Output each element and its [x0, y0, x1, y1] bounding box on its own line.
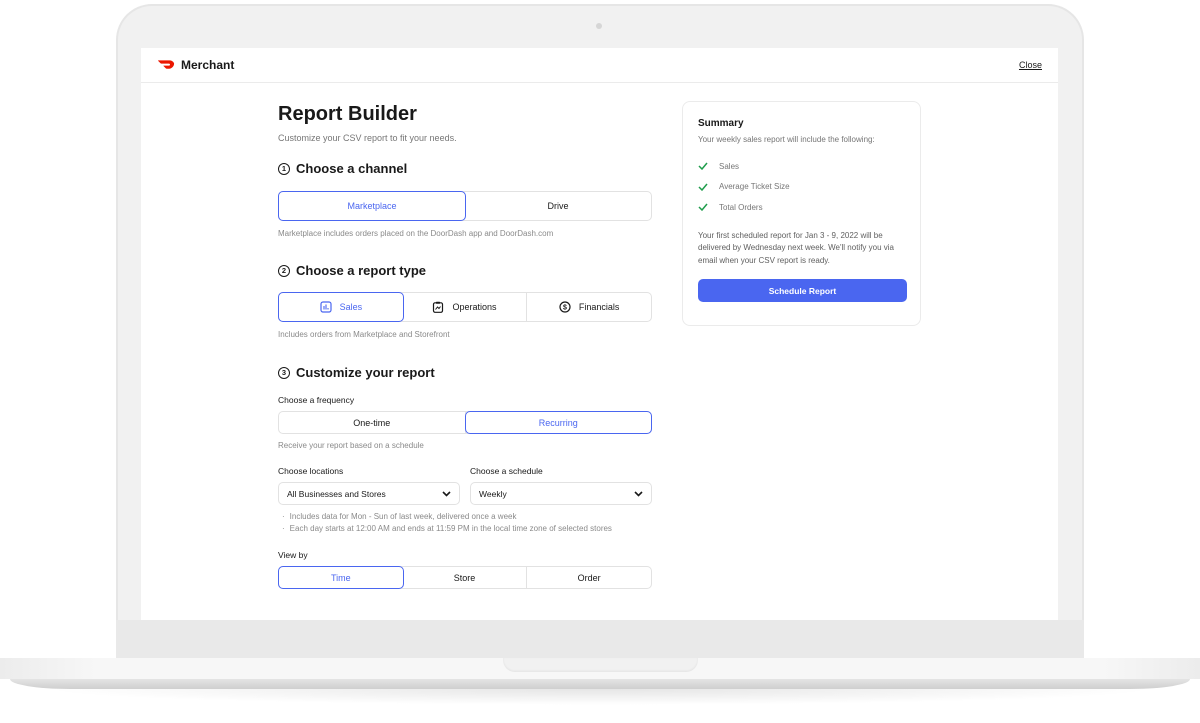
summary-items: Sales Average Ticket Size Total Orders — [698, 156, 905, 218]
frequency-option-one-time[interactable]: One-time — [279, 412, 466, 433]
page-subtitle: Customize your CSV report to fit your ne… — [278, 133, 457, 143]
summary-item: Total Orders — [698, 197, 905, 218]
chevron-down-icon — [634, 490, 643, 497]
option-label: Drive — [547, 201, 569, 211]
frequency-helper-text: Receive your report based on a schedule — [278, 441, 424, 450]
section-title: Customize your report — [296, 365, 435, 380]
summary-item-label: Average Ticket Size — [719, 182, 790, 192]
checkmark-icon — [698, 183, 708, 191]
schedule-dropdown[interactable]: Weekly — [470, 482, 652, 505]
view-by-label: View by — [278, 550, 308, 560]
close-link[interactable]: Close — [1019, 60, 1042, 70]
step-number: 1 — [278, 162, 290, 175]
laptop-shadow — [40, 689, 1160, 705]
summary-intro: Your weekly sales report will include th… — [698, 135, 875, 144]
summary-title: Summary — [698, 118, 744, 129]
view-by-option-order[interactable]: Order — [527, 567, 651, 588]
summary-item-label: Total Orders — [719, 202, 763, 212]
schedule-note: Includes data for Mon - Sun of last week… — [278, 511, 652, 523]
bar-chart-icon — [319, 301, 332, 313]
svg-text:$: $ — [563, 304, 567, 311]
channel-selector: Marketplace Drive — [278, 191, 652, 221]
summary-card: Summary Your weekly sales report will in… — [682, 101, 921, 326]
option-label: One-time — [353, 417, 391, 428]
option-label: Sales — [339, 302, 363, 312]
channel-option-drive[interactable]: Drive — [465, 192, 651, 220]
frequency-selector: One-time Recurring — [278, 411, 652, 434]
doordash-logo-icon — [158, 60, 175, 69]
section-heading-customize: 3 Customize your report — [278, 365, 652, 380]
schedule-report-button[interactable]: Schedule Report — [698, 279, 907, 302]
option-label: Time — [331, 572, 351, 583]
channel-option-marketplace[interactable]: Marketplace — [278, 191, 466, 221]
section-title: Choose a channel — [296, 161, 408, 176]
app-screen: Merchant Close Report Builder Customize … — [141, 48, 1058, 620]
schedule-field: Choose a schedule Weekly — [470, 466, 652, 505]
dropdown-row: Choose locations All Businesses and Stor… — [278, 466, 652, 505]
report-type-option-sales[interactable]: Sales — [278, 292, 404, 322]
page-title: Report Builder — [278, 103, 417, 125]
brand-name: Merchant — [181, 58, 235, 72]
locations-field: Choose locations All Businesses and Stor… — [278, 466, 460, 505]
option-label: Financials — [578, 302, 620, 312]
option-label: Store — [453, 572, 476, 583]
channel-helper-text: Marketplace includes orders placed on th… — [278, 229, 554, 238]
laptop-bezel — [116, 620, 1084, 658]
summary-item: Average Ticket Size — [698, 177, 905, 198]
clipboard-icon — [433, 301, 444, 313]
chevron-down-icon — [442, 490, 451, 497]
section-heading-channel: 1 Choose a channel — [278, 161, 652, 176]
checkmark-icon — [698, 162, 708, 171]
summary-item: Sales — [698, 156, 905, 177]
schedule-note: Each day starts at 12:00 AM and ends at … — [278, 523, 652, 535]
schedule-value: Weekly — [479, 488, 507, 499]
step-number: 3 — [278, 366, 290, 379]
step-number: 2 — [278, 264, 290, 277]
section-title: Choose a report type — [296, 263, 427, 278]
dollar-circle-icon: $ — [559, 301, 571, 313]
checkmark-icon — [698, 203, 708, 212]
brand[interactable]: Merchant — [157, 58, 234, 72]
schedule-notes: Includes data for Mon - Sun of last week… — [278, 511, 652, 535]
locations-value: All Businesses and Stores — [287, 488, 386, 499]
laptop-camera — [596, 23, 602, 29]
laptop-notch — [503, 658, 698, 672]
report-type-helper-text: Includes orders from Marketplace and Sto… — [278, 330, 450, 339]
report-type-option-operations[interactable]: Operations — [403, 293, 528, 321]
option-label: Recurring — [538, 417, 578, 428]
option-label: Marketplace — [347, 201, 397, 211]
section-heading-report-type: 2 Choose a report type — [278, 263, 652, 278]
view-by-option-time[interactable]: Time — [278, 566, 404, 589]
option-label: Operations — [452, 302, 497, 312]
schedule-label: Choose a schedule — [470, 466, 543, 476]
locations-label: Choose locations — [278, 466, 344, 476]
view-by-selector: Time Store Order — [278, 566, 652, 589]
frequency-option-recurring[interactable]: Recurring — [464, 411, 652, 434]
report-builder-form: Report Builder Customize your CSV report… — [278, 102, 652, 589]
summary-note: Your first scheduled report for Jan 3 - … — [698, 230, 894, 265]
option-label: Order — [577, 572, 601, 583]
frequency-label: Choose a frequency — [278, 395, 355, 405]
report-type-selector: Sales Operations $ Financials — [278, 292, 652, 322]
summary-item-label: Sales — [719, 161, 740, 171]
laptop-base-edge — [10, 679, 1190, 689]
report-type-option-financials[interactable]: $ Financials — [527, 293, 651, 321]
top-bar: Merchant Close — [141, 48, 1058, 83]
locations-dropdown[interactable]: All Businesses and Stores — [278, 482, 460, 505]
view-by-option-store[interactable]: Store — [403, 567, 528, 588]
